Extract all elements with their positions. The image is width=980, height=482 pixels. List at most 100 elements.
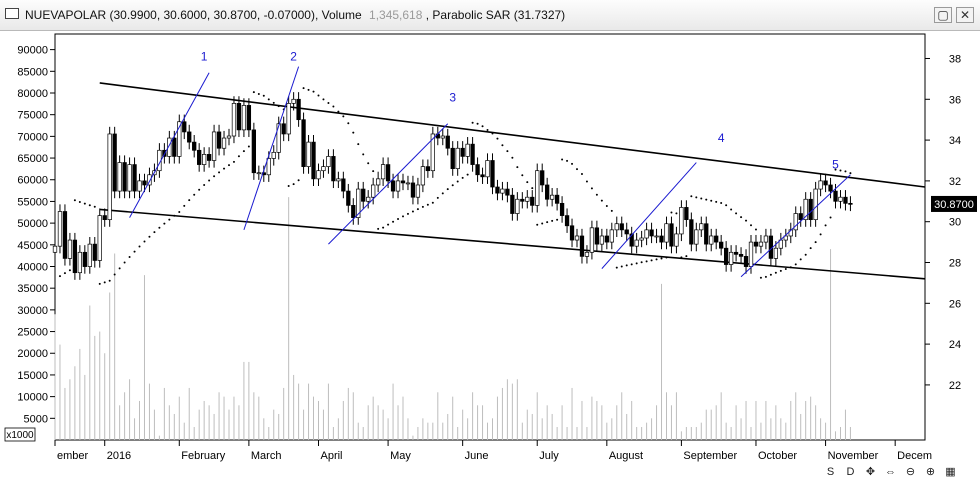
sar-dot — [297, 179, 300, 182]
sar-dot — [819, 233, 822, 236]
sar-dot — [506, 150, 509, 153]
month-label: August — [609, 450, 643, 462]
wave-label: 2 — [290, 50, 297, 64]
close-icon[interactable]: ✕ — [956, 7, 974, 23]
sar-dot — [262, 94, 265, 97]
sar-dot — [362, 153, 365, 156]
price-chart[interactable]: 1 234538363432302826242230.87009000085000… — [0, 30, 980, 482]
title-volume-value: 1,345,618 — [369, 8, 423, 22]
sar-dot — [456, 180, 459, 183]
candle-body — [366, 196, 371, 202]
sar-dot — [431, 201, 434, 204]
candle-body — [321, 166, 326, 172]
sar-dot — [531, 187, 534, 190]
sar-dot — [287, 184, 290, 187]
zoom-out-icon[interactable]: ⊖ — [904, 465, 917, 480]
candle-body — [301, 119, 306, 167]
candle-body — [465, 143, 470, 157]
candle-body — [351, 205, 356, 218]
candle-body — [624, 229, 629, 235]
sar-dot — [551, 219, 554, 222]
volume-tick-label: 70000 — [17, 131, 48, 143]
candle-body — [763, 235, 769, 243]
candle-body — [216, 131, 222, 149]
sar-dot — [387, 223, 390, 226]
sar-dot — [799, 258, 802, 261]
sar-dot — [307, 88, 310, 91]
candle-body — [843, 196, 848, 204]
price-tick-label: 26 — [949, 298, 961, 310]
candle-body — [669, 223, 674, 247]
chart-icon[interactable]: ▦ — [944, 465, 957, 480]
candle-body — [410, 182, 416, 198]
sar-dot — [740, 216, 743, 219]
candle-body — [450, 147, 455, 170]
sar-dot — [809, 247, 812, 250]
sar-dot — [610, 209, 613, 212]
sar-dot — [242, 150, 245, 153]
candle-body — [589, 227, 595, 253]
zoom-in-icon[interactable]: ⊕ — [924, 465, 937, 480]
candle-body — [495, 186, 500, 194]
candle-body — [82, 251, 87, 267]
sar-dot — [695, 196, 698, 199]
sar-dot — [774, 271, 777, 274]
sar-dot — [402, 215, 404, 218]
arrows-icon[interactable]: ⇔ — [884, 465, 897, 480]
sar-dot — [406, 212, 409, 215]
move-icon[interactable]: ✥ — [864, 465, 877, 480]
sar-dot — [213, 175, 216, 178]
volume-tick-label: 45000 — [17, 240, 48, 252]
sar-dot — [272, 101, 275, 104]
sar-dot — [108, 279, 111, 282]
sar-dot — [252, 91, 255, 94]
volume-tick-label: 65000 — [17, 153, 48, 165]
candle-body — [221, 137, 227, 149]
sar-dot — [476, 122, 479, 125]
candle-body — [361, 188, 366, 202]
candle-body — [574, 235, 580, 241]
sar-dot — [138, 245, 141, 248]
candle-body — [709, 235, 714, 245]
candle-body — [251, 129, 257, 174]
restore-icon[interactable]: ▢ — [934, 7, 952, 23]
toolbar-button-d[interactable]: D — [844, 465, 857, 480]
sar-dot — [178, 210, 181, 213]
sar-dot — [302, 87, 305, 90]
candle-body — [271, 151, 276, 159]
sar-dot — [416, 208, 419, 211]
sar-dot — [735, 212, 738, 215]
candle-body — [614, 223, 619, 231]
candle-body — [371, 184, 376, 198]
sar-dot — [481, 125, 484, 128]
candle-body — [201, 154, 207, 165]
candle-body — [306, 141, 311, 167]
candle-body — [102, 215, 107, 221]
candle-body — [594, 227, 600, 245]
sar-dot — [397, 218, 400, 221]
candle-body — [137, 180, 142, 192]
wave-label: 5 — [832, 158, 839, 172]
last-price-label: 30.8700 — [934, 199, 974, 211]
candle-body — [87, 243, 92, 267]
sar-dot — [824, 224, 827, 227]
sar-dot — [784, 268, 787, 271]
volume-tick-label: 5000 — [24, 413, 48, 425]
candle-body — [276, 123, 281, 153]
sar-dot — [436, 196, 439, 199]
candle-body — [609, 229, 614, 243]
sar-dot — [804, 253, 807, 256]
sar-dot — [580, 173, 583, 176]
candle-body — [311, 141, 316, 180]
toolbar-button-s[interactable]: S — [824, 465, 837, 480]
volume-tick-label: 55000 — [17, 196, 48, 208]
sar-dot — [700, 197, 703, 200]
candle-body — [226, 135, 232, 139]
candle-body — [545, 184, 550, 200]
candle-body — [490, 160, 495, 188]
candle-body — [336, 178, 341, 182]
sar-dot — [725, 204, 728, 207]
candle-body — [231, 103, 237, 137]
month-label: July — [539, 450, 559, 462]
sar-dot — [173, 214, 176, 217]
